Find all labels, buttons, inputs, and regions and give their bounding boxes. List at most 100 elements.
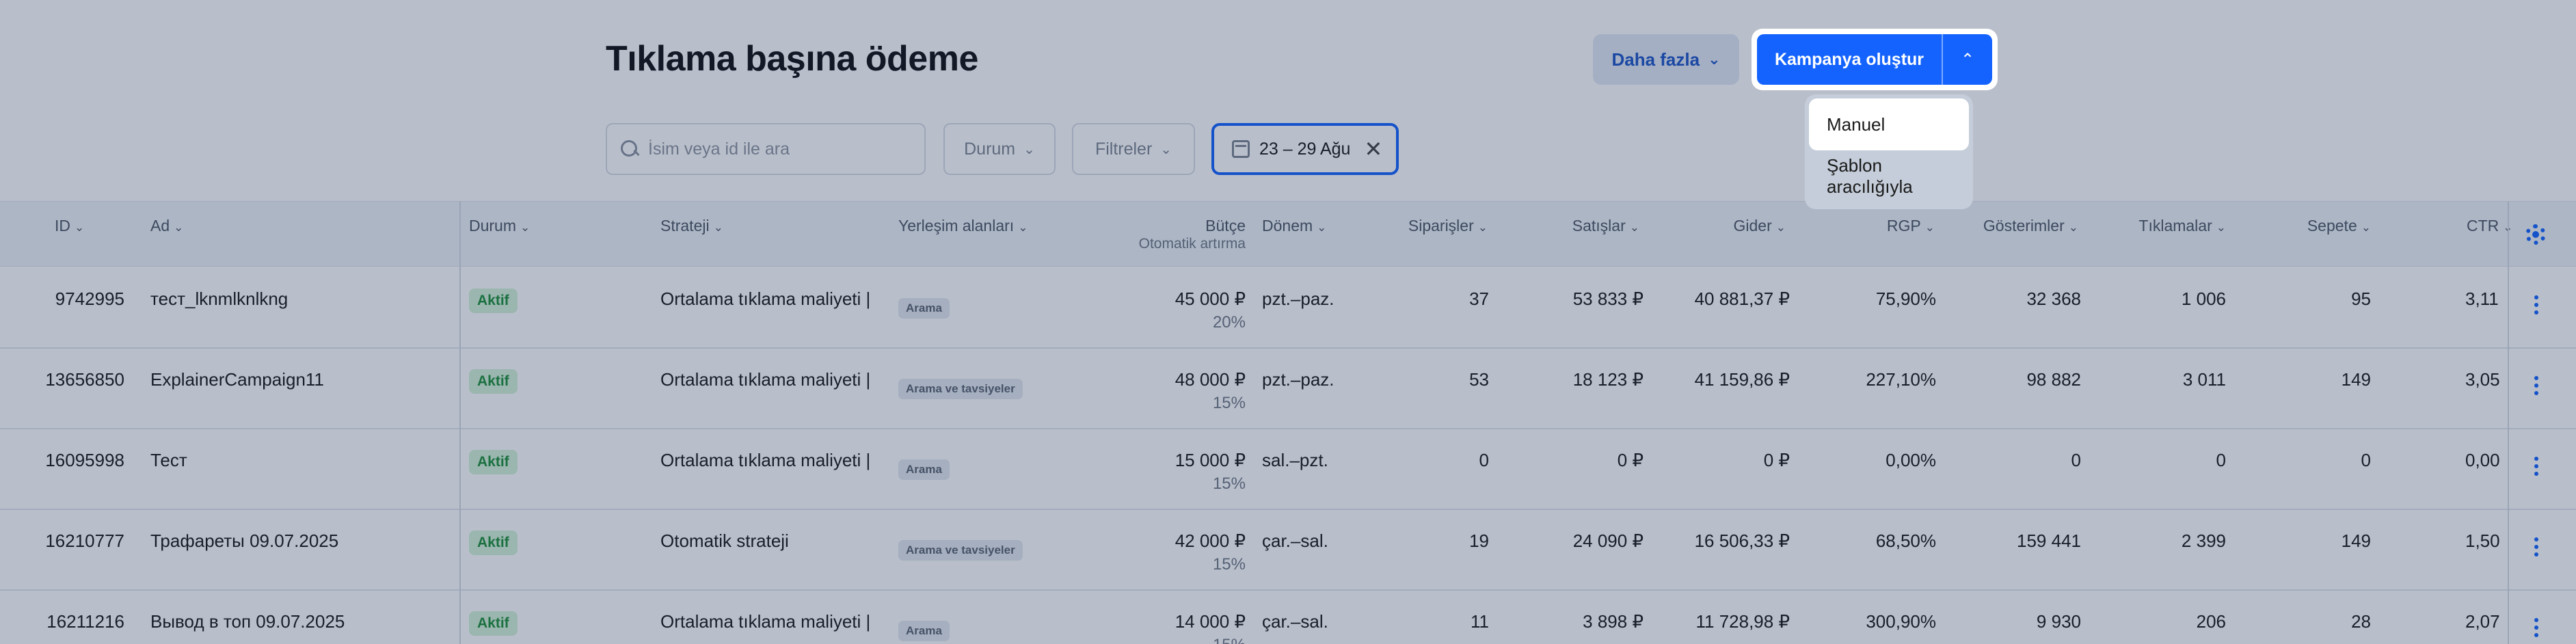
chevron-down-icon: ⌄ (1708, 51, 1721, 68)
create-campaign-menu: Manuel Şablon aracılığıyla (1805, 94, 1973, 209)
column-header-orders[interactable]: Siparişler ⌄ (1408, 217, 1488, 235)
filters-button[interactable]: Filtreler ⌄ (1072, 123, 1195, 175)
cell-sales: 53 833 ₽ (1572, 289, 1643, 309)
column-header-id[interactable]: ID ⌄ (55, 217, 84, 235)
more-button[interactable]: Daha fazla ⌄ (1593, 34, 1739, 85)
cell-budget: 14 000 ₽ (1175, 611, 1246, 632)
table-row[interactable]: 16211216 Вывод в топ 09.07.2025 Ortalama t… (0, 591, 2576, 644)
placement-badge: Arama (898, 459, 950, 480)
status-filter[interactable]: Durum ⌄ (943, 123, 1056, 175)
page: Tıklama başına ödeme Daha fazla ⌄ Durum … (0, 0, 2576, 644)
cell-clicks: 2 399 (2181, 531, 2226, 551)
column-header-clicks[interactable]: Tıklamalar ⌄ (2138, 217, 2226, 235)
cell-id: 9742995 (55, 289, 124, 309)
search-field[interactable] (606, 123, 926, 175)
cell-budget-auto-increase: 15% (1212, 474, 1246, 493)
row-actions-icon[interactable] (2534, 295, 2539, 314)
column-header-budget[interactable]: Bütçe (1205, 217, 1246, 235)
column-header-status[interactable]: Durum ⌄ (469, 217, 530, 235)
column-header-name[interactable]: Ad ⌄ (150, 217, 183, 235)
menu-item-manual[interactable]: Manuel (1809, 98, 1969, 150)
cell-name[interactable]: ExplainerCampaign11 (150, 369, 324, 390)
row-actions-icon[interactable] (2534, 537, 2539, 556)
cell-orders: 37 (1469, 289, 1489, 309)
cell-basket: 149 (2341, 369, 2371, 390)
cell-budget-auto-increase: 20% (1212, 313, 1246, 332)
row-actions-icon[interactable] (2534, 457, 2539, 476)
page-title: Tıklama başına ödeme (606, 39, 978, 79)
cell-rgp: 0,00% (1886, 450, 1936, 470)
cell-expense: 16 506,33 ₽ (1694, 531, 1790, 551)
row-actions-icon[interactable] (2534, 618, 2539, 637)
cell-period: pzt.–paz. (1262, 289, 1334, 309)
cell-period: çar.–sal. (1262, 611, 1328, 632)
create-campaign-button[interactable]: Kampanya oluştur (1757, 34, 1942, 85)
cell-orders: 0 (1479, 450, 1489, 470)
placement-badge: Arama ve tavsiyeler (898, 540, 1023, 561)
table-row[interactable]: 9742995 тест_lknmlknlkng Ortalama tıklama … (0, 268, 2576, 349)
cell-impressions: 32 368 (2026, 289, 2081, 309)
status-badge: Aktif (469, 289, 518, 313)
column-subheader-budget: Otomatik artırma (1138, 236, 1246, 252)
clear-date-icon[interactable]: ✕ (1364, 138, 1382, 160)
date-range-filter[interactable]: 23 – 29 Ağu ✕ (1211, 123, 1399, 175)
chevron-down-icon: ⌄ (1023, 142, 1035, 157)
column-divider (2508, 201, 2509, 644)
cell-rgp: 75,90% (1875, 289, 1936, 309)
cell-impressions: 98 882 (2026, 369, 2081, 390)
cell-budget: 45 000 ₽ (1175, 289, 1246, 309)
cell-period: pzt.–paz. (1262, 369, 1334, 390)
table-row[interactable]: 13656850 ExplainerCampaign11 Ortalama tıkl… (0, 349, 2576, 429)
date-range-label: 23 – 29 Ağu (1259, 139, 1351, 159)
cell-orders: 19 (1469, 531, 1489, 551)
cell-basket: 149 (2341, 531, 2371, 551)
cell-budget: 15 000 ₽ (1175, 450, 1246, 470)
column-header-placements[interactable]: Yerleşim alanları ⌄ (898, 217, 1028, 235)
status-badge: Aktif (469, 611, 518, 636)
cell-clicks: 1 006 (2181, 289, 2226, 309)
cell-expense: 11 728,98 ₽ (1695, 611, 1790, 632)
cell-name[interactable]: Трафареты 09.07.2025 (150, 531, 338, 552)
column-header-rgp[interactable]: RGP ⌄ (1887, 217, 1935, 235)
settings-gear-icon[interactable] (2525, 224, 2546, 245)
cell-id: 16210777 (45, 531, 124, 551)
cell-impressions: 159 441 (2017, 531, 2081, 551)
row-actions-icon[interactable] (2534, 376, 2539, 395)
table-row[interactable]: 16095998 Тест Ortalama tıklama maliyeti | 1… (0, 429, 2576, 510)
column-header-expense[interactable]: Gider ⌄ (1734, 217, 1786, 235)
cell-impressions: 0 (2071, 450, 2081, 470)
cell-sales: 18 123 ₽ (1572, 369, 1643, 390)
create-campaign-group: Kampanya oluştur ⌃ (1752, 29, 1998, 90)
cell-id: 13656850 (45, 369, 124, 390)
cell-name[interactable]: Тест (150, 450, 187, 471)
cell-clicks: 3 011 (2182, 369, 2226, 390)
column-header-ctr[interactable]: CTR⌄ (2467, 217, 2513, 235)
calendar-icon (1232, 140, 1250, 158)
table-row[interactable]: 16210777 Трафареты 09.07.2025 Otomatik str… (0, 510, 2576, 591)
cell-orders: 53 (1469, 369, 1489, 390)
cell-basket: 0 (2361, 450, 2371, 470)
cell-name[interactable]: тест_lknmlknlkng (150, 289, 288, 310)
column-header-strategy[interactable]: Strateji ⌄ (660, 217, 723, 235)
cell-ctr: 1,50 (2465, 531, 2500, 551)
create-campaign-toggle[interactable]: ⌃ (1942, 34, 1992, 85)
search-input[interactable] (648, 139, 908, 159)
status-badge: Aktif (469, 531, 518, 555)
column-header-sales[interactable]: Satışlar ⌄ (1572, 217, 1639, 235)
column-header-period[interactable]: Dönem ⌄ (1262, 217, 1326, 235)
filters-button-label: Filtreler (1095, 139, 1153, 159)
menu-item-template[interactable]: Şablon aracılığıyla (1809, 150, 1969, 202)
column-header-impressions[interactable]: Gösterimler ⌄ (1983, 217, 2078, 235)
cell-strategy: Ortalama tıklama maliyeti | (660, 369, 871, 390)
placement-badge: Arama (898, 298, 950, 319)
table-header: ID ⌄ Ad ⌄ Durum ⌄ Strateji ⌄ Yerleşim alanla… (0, 201, 2576, 267)
cell-basket: 95 (2351, 289, 2371, 309)
cell-expense: 0 ₽ (1763, 450, 1790, 470)
chevron-up-icon: ⌃ (1960, 50, 1975, 69)
placement-badge: Arama (898, 621, 950, 641)
cell-name[interactable]: Вывод в топ 09.07.2025 (150, 611, 345, 632)
column-header-basket[interactable]: Sepete ⌄ (2307, 217, 2371, 235)
cell-period: çar.–sal. (1262, 531, 1328, 551)
cell-basket: 28 (2351, 611, 2371, 632)
cell-id: 16095998 (45, 450, 124, 470)
